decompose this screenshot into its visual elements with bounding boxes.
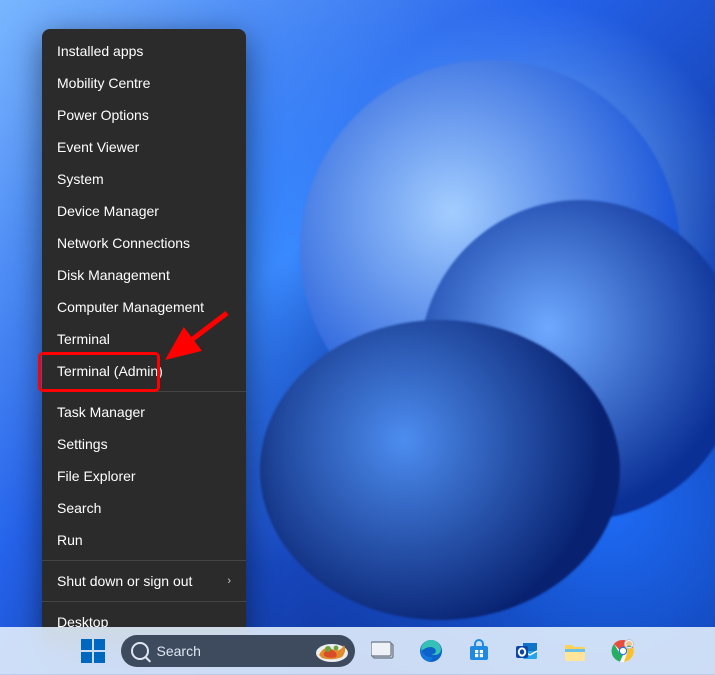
outlook-icon: [515, 639, 539, 663]
taskbar-app-outlook[interactable]: [507, 631, 547, 671]
start-button[interactable]: [73, 631, 113, 671]
search-icon: [131, 642, 149, 660]
menu-item-run[interactable]: Run: [42, 524, 246, 556]
menu-item-computer-management[interactable]: Computer Management: [42, 291, 246, 323]
taskbar-search[interactable]: Search: [121, 635, 355, 667]
menu-separator: [42, 391, 246, 392]
menu-item-task-manager[interactable]: Task Manager: [42, 396, 246, 428]
menu-item-terminal-admin[interactable]: Terminal (Admin): [42, 355, 246, 387]
task-view-icon: [371, 639, 395, 663]
menu-item-search[interactable]: Search: [42, 492, 246, 524]
menu-item-settings[interactable]: Settings: [42, 428, 246, 460]
edge-icon: [419, 639, 443, 663]
taskbar: Search: [0, 627, 715, 675]
chrome-icon: [611, 639, 635, 663]
search-highlights-icon: [313, 638, 351, 664]
menu-item-shut-down-or-sign-out[interactable]: Shut down or sign out›: [42, 565, 246, 597]
windows-logo-icon: [81, 639, 105, 663]
menu-item-network-connections[interactable]: Network Connections: [42, 227, 246, 259]
menu-separator: [42, 560, 246, 561]
menu-item-power-options[interactable]: Power Options: [42, 99, 246, 131]
menu-item-installed-apps[interactable]: Installed apps: [42, 35, 246, 67]
menu-item-system[interactable]: System: [42, 163, 246, 195]
winx-context-menu: Installed appsMobility CentrePower Optio…: [42, 29, 246, 644]
taskbar-app-edge[interactable]: [411, 631, 451, 671]
menu-separator: [42, 601, 246, 602]
menu-item-disk-management[interactable]: Disk Management: [42, 259, 246, 291]
menu-item-event-viewer[interactable]: Event Viewer: [42, 131, 246, 163]
menu-item-terminal[interactable]: Terminal: [42, 323, 246, 355]
chevron-right-icon: ›: [227, 572, 231, 590]
menu-item-file-explorer[interactable]: File Explorer: [42, 460, 246, 492]
menu-item-mobility-centre[interactable]: Mobility Centre: [42, 67, 246, 99]
file-explorer-icon: [563, 639, 587, 663]
menu-item-device-manager[interactable]: Device Manager: [42, 195, 246, 227]
store-icon: [467, 639, 491, 663]
search-placeholder: Search: [157, 643, 201, 659]
taskbar-app-task-view[interactable]: [363, 631, 403, 671]
taskbar-app-file-explorer[interactable]: [555, 631, 595, 671]
taskbar-app-store[interactable]: [459, 631, 499, 671]
taskbar-app-chrome[interactable]: [603, 631, 643, 671]
